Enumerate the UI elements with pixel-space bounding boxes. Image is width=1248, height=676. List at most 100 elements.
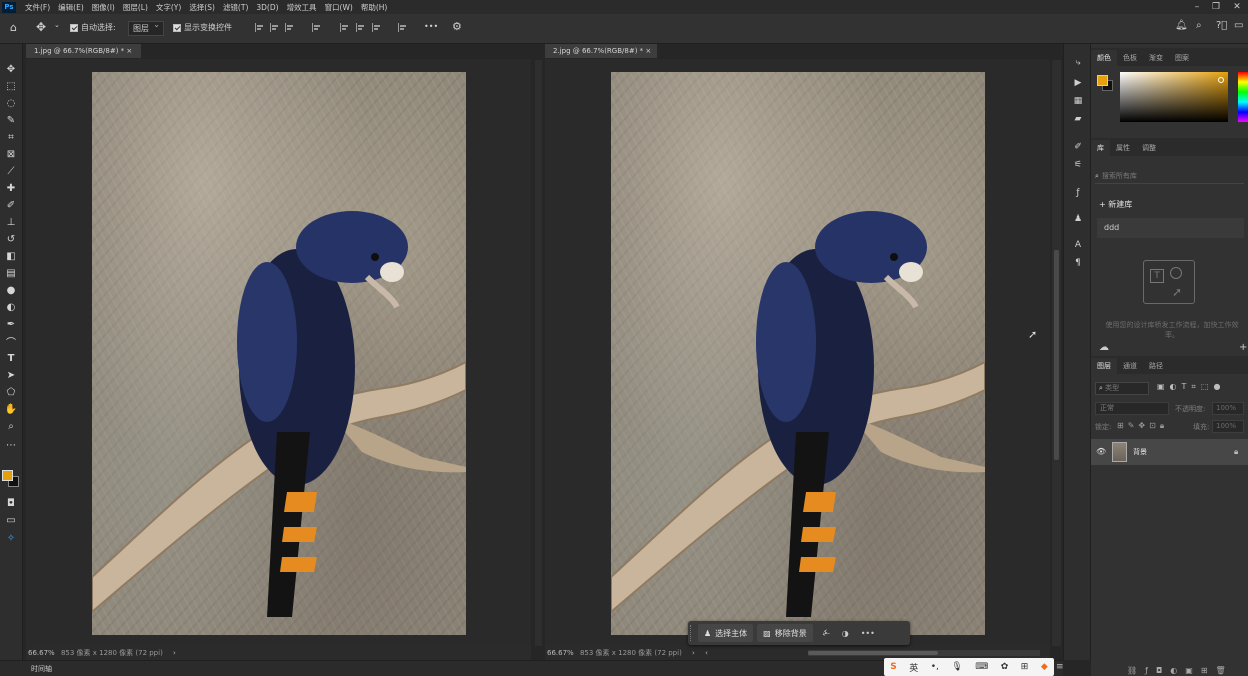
more-tools-icon[interactable]: ⋯ [4, 438, 18, 452]
library-item[interactable]: ddd [1097, 218, 1244, 238]
timeline-label[interactable]: 时间轴 [31, 664, 52, 674]
color-picker-handle[interactable] [1218, 77, 1224, 83]
horizontal-scrollbar-2[interactable] [808, 650, 1040, 656]
layer-filter-icons[interactable]: ▣◐T⌗⬚● [1157, 382, 1225, 392]
workspace-icon[interactable]: ▭ [1234, 20, 1243, 31]
zoom-level[interactable]: 66.67% [26, 649, 59, 657]
align-right-icon[interactable] [285, 23, 294, 32]
scroll-left-icon[interactable]: ‹ [697, 649, 708, 657]
more-options-button[interactable]: ••• [424, 22, 438, 31]
menu-type[interactable]: 文字(Y) [152, 2, 185, 13]
tab-properties[interactable]: 属性 [1110, 140, 1136, 156]
hand-tool-icon[interactable]: ✋ [4, 402, 18, 416]
punctuation-icon[interactable]: •, [931, 662, 939, 672]
tab-layers[interactable]: 图层 [1091, 358, 1117, 374]
gradient-tool-icon[interactable]: ▤ [4, 266, 18, 280]
stamp-tool-icon[interactable]: ⊥ [4, 215, 18, 229]
path-select-tool-icon[interactable]: ➤ [4, 368, 18, 382]
zoom-tool-icon[interactable]: ⌕ [4, 419, 18, 433]
cloud-icon[interactable]: ☁ [1099, 342, 1109, 353]
layer-comps-icon[interactable]: ▦ [1071, 94, 1085, 108]
menu-layer[interactable]: 图层(L) [119, 2, 152, 13]
distribute-center-icon[interactable] [356, 23, 365, 32]
character-icon[interactable]: A [1071, 238, 1085, 252]
distribute-spacing-icon[interactable] [398, 23, 407, 32]
paragraph-icon[interactable]: ¶ [1071, 256, 1085, 270]
eyedropper-tool-icon[interactable]: ⟋ [4, 164, 18, 178]
drag-handle-icon[interactable] [690, 625, 694, 641]
microphone-icon[interactable]: 🎙︎ [951, 662, 962, 672]
eye-visibility-icon[interactable]: 👁︎ [1096, 447, 1106, 456]
shape-tool-icon[interactable]: ⬠ [4, 385, 18, 399]
history-brush-icon[interactable]: ↺ [4, 232, 18, 246]
fx-icon[interactable]: ƒ [1071, 186, 1085, 200]
document-tab-2[interactable]: 2.jpg @ 66.7%(RGB/8#) * × [545, 44, 657, 58]
apps-grid-icon[interactable]: ⊞ [1021, 662, 1029, 672]
color-picker-field[interactable] [1120, 72, 1228, 122]
tab-adjustments[interactable]: 调整 [1136, 140, 1162, 156]
pen-anchor-icon[interactable]: ⌒ [4, 334, 18, 349]
search-icon[interactable]: ⌕ [1196, 20, 1202, 31]
quick-mask-icon[interactable]: ◘ [4, 496, 18, 510]
comment-icon[interactable]: ▰ [1071, 112, 1085, 126]
new-library-button[interactable]: + 新建库 [1099, 199, 1132, 210]
close-window-icon[interactable]: ✕ [1228, 0, 1246, 14]
dodge-tool-icon[interactable]: ◐ [4, 300, 18, 314]
type-tool-icon[interactable]: T [4, 351, 18, 365]
eraser-tool-icon[interactable]: ◧ [4, 249, 18, 263]
auto-select-dropdown[interactable]: 图层 [128, 20, 164, 36]
scroll-thumb[interactable] [1054, 250, 1059, 460]
show-transform-checkbox[interactable]: 显示变换控件 [173, 22, 232, 33]
remove-background-button[interactable]: ▨ 移除背景 [757, 624, 813, 642]
tab-gradients[interactable]: 渐变 [1143, 50, 1169, 66]
tab-patterns[interactable]: 图案 [1169, 50, 1195, 66]
tool-preset-chevron-icon[interactable]: ⌄ [54, 21, 60, 29]
history-icon[interactable]: ⤷ [1071, 56, 1085, 70]
brushes-icon[interactable]: ✐ [1071, 140, 1085, 154]
adjustment-icon[interactable]: ◑ [842, 629, 849, 638]
ime-extra-icon[interactable]: ◆ [1041, 662, 1048, 672]
menu-filter[interactable]: 滤镜(T) [219, 2, 252, 13]
tab-color[interactable]: 颜色 [1091, 50, 1117, 66]
document-tab-1[interactable]: 1.jpg @ 66.7%(RGB/8#) * × [26, 44, 141, 58]
marquee-tool-icon[interactable]: ⬚ [4, 79, 18, 93]
keyboard-icon[interactable]: ⌨ [975, 662, 988, 672]
status-chevron-icon[interactable]: › [165, 649, 176, 657]
blend-mode-dropdown[interactable]: 正常 [1095, 402, 1169, 415]
lasso-tool-icon[interactable]: ◌ [4, 96, 18, 110]
home-icon[interactable]: ⌂ [10, 21, 17, 34]
person-icon[interactable]: ♟ [1071, 212, 1085, 226]
distribute-left-icon[interactable] [340, 23, 349, 32]
opacity-field[interactable]: 100% [1212, 402, 1244, 415]
vertical-scrollbar-2[interactable] [1052, 60, 1061, 646]
vertical-scrollbar-1[interactable] [535, 60, 542, 646]
gear-icon[interactable]: ⚙ [452, 20, 462, 33]
menu-window[interactable]: 窗口(W) [321, 2, 357, 13]
skin-icon[interactable]: ✿ [1001, 662, 1009, 672]
foreground-color-swatch[interactable] [1097, 75, 1108, 86]
distribute-right-icon[interactable] [372, 23, 381, 32]
more-options-button[interactable]: ••• [861, 629, 875, 638]
minimize-icon[interactable]: – [1188, 0, 1206, 14]
object-select-tool-icon[interactable]: ✎ [4, 113, 18, 127]
menu-select[interactable]: 选择(S) [185, 2, 219, 13]
align-top-icon[interactable] [312, 23, 321, 32]
brush-hand-icon[interactable]: ⍼ [823, 628, 830, 638]
close-tab-icon[interactable]: × [126, 47, 132, 55]
align-left-icon[interactable] [255, 23, 264, 32]
screen-mode-icon[interactable]: ▭ [4, 513, 18, 527]
tab-libraries[interactable]: 库 [1091, 140, 1110, 156]
move-tool-icon[interactable]: ✥ [36, 20, 46, 34]
align-center-icon[interactable] [270, 23, 279, 32]
crop-tool-icon[interactable]: ⌗ [4, 130, 18, 144]
brush-tool-icon[interactable]: ✐ [4, 198, 18, 212]
ime-language[interactable]: 英 [909, 661, 918, 674]
generative-icon[interactable]: ✧ [4, 531, 18, 545]
menu-edit[interactable]: 编辑(E) [54, 2, 88, 13]
auto-select-checkbox[interactable]: 自动选择: [70, 22, 116, 33]
lock-icons[interactable]: ⊞✎✥⊡🔒︎ [1117, 421, 1168, 431]
pen-tool-icon[interactable]: ✒ [4, 317, 18, 331]
restore-icon[interactable]: ❐ [1207, 0, 1225, 14]
sogou-logo-icon[interactable]: S [890, 662, 896, 672]
layer-row-background[interactable]: 👁︎ 背景 🔒︎ [1091, 439, 1248, 465]
